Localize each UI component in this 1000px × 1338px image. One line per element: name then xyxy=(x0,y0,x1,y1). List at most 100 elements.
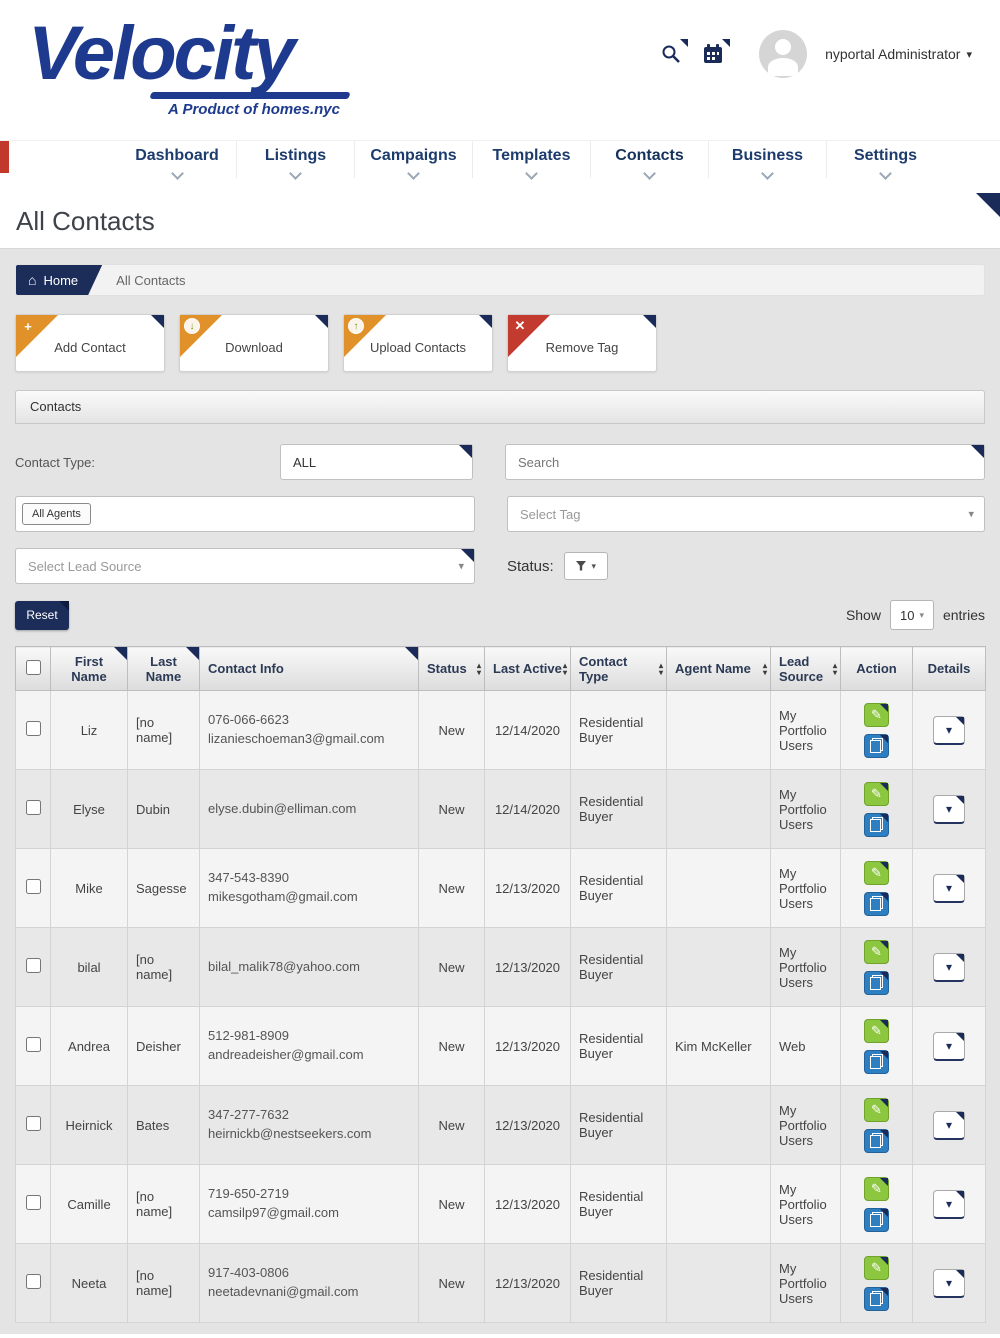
caret-down-icon: ▾ xyxy=(591,560,596,571)
copy-contact-button[interactable] xyxy=(864,1207,889,1232)
details-dropdown-button[interactable]: ▾ xyxy=(933,1110,965,1140)
caret-down-icon: ▾ xyxy=(945,801,953,816)
search-input[interactable] xyxy=(518,454,972,470)
lead-source-select[interactable]: Select Lead Source ▾ xyxy=(15,548,475,584)
page-size-select[interactable]: 10 ▾ xyxy=(889,600,934,630)
breadcrumb: ⌂ Home All Contacts xyxy=(15,264,985,296)
cell-details: ▾ xyxy=(912,769,986,849)
header-first-name[interactable]: First Name xyxy=(50,646,128,691)
content-area: All Contacts ⌂ Home All Contacts + Add C… xyxy=(0,193,1000,1334)
copy-contact-button[interactable] xyxy=(864,891,889,916)
header-lead-source[interactable]: Lead Source ▴ ▾ xyxy=(770,646,841,691)
cell-lead-source: My Portfolio Users xyxy=(770,690,841,770)
user-name: nyportal Administrator xyxy=(825,46,961,62)
edit-contact-button[interactable]: ✎ xyxy=(864,702,889,727)
cell-action: ✎ xyxy=(840,1006,913,1086)
header-fold-decoration xyxy=(186,647,199,660)
copy-contact-button[interactable] xyxy=(864,812,889,837)
add-contact-button[interactable]: + Add Contact xyxy=(15,314,165,372)
reset-button[interactable]: Reset xyxy=(15,600,69,630)
cell-lead-source: My Portfolio Users xyxy=(770,769,841,849)
cell-agent-name xyxy=(666,769,771,849)
download-circle-icon: ↓ xyxy=(184,318,200,334)
nav-item-templates[interactable]: Templates xyxy=(472,141,590,180)
search-icon[interactable] xyxy=(659,39,689,66)
copy-contact-button[interactable] xyxy=(864,1049,889,1074)
details-dropdown-button[interactable]: ▾ xyxy=(933,1268,965,1298)
action-fold-decoration xyxy=(880,861,888,870)
select-all-checkbox[interactable] xyxy=(25,659,41,675)
cell-last-active: 12/13/2020 xyxy=(484,1243,571,1323)
edit-contact-button[interactable]: ✎ xyxy=(864,939,889,964)
details-dropdown-button[interactable]: ▾ xyxy=(933,715,965,745)
cell-agent-name xyxy=(666,848,771,928)
edit-contact-button[interactable]: ✎ xyxy=(864,1018,889,1043)
row-checkbox[interactable] xyxy=(25,879,41,894)
cell-details: ▾ xyxy=(912,1243,986,1323)
row-checkbox[interactable] xyxy=(25,721,41,736)
breadcrumb-home[interactable]: ⌂ Home xyxy=(16,265,102,295)
copy-contact-button[interactable] xyxy=(864,733,889,758)
lead-source-placeholder: Select Lead Source xyxy=(28,558,142,574)
cell-lead-source: Web xyxy=(770,1006,841,1086)
edit-contact-button[interactable]: ✎ xyxy=(864,1176,889,1201)
nav-item-campaigns[interactable]: Campaigns xyxy=(354,141,472,180)
row-checkbox[interactable] xyxy=(25,1195,41,1210)
contact-type-select[interactable]: ALL xyxy=(280,444,473,480)
tag-select[interactable]: Select Tag ▾ xyxy=(507,496,985,532)
plus-icon: + xyxy=(24,318,32,334)
header-select-all[interactable] xyxy=(15,646,51,691)
row-checkbox[interactable] xyxy=(25,1274,41,1289)
copy-contact-button[interactable] xyxy=(864,1128,889,1153)
row-checkbox[interactable] xyxy=(25,1037,41,1052)
header-last-name[interactable]: Last Name xyxy=(127,646,200,691)
cell-action: ✎ xyxy=(840,690,913,770)
row-checkbox[interactable] xyxy=(25,1116,41,1131)
remove-tag-button[interactable]: ✕ Remove Tag xyxy=(507,314,657,372)
edit-contact-button[interactable]: ✎ xyxy=(864,781,889,806)
copy-contact-button[interactable] xyxy=(864,970,889,995)
user-menu[interactable]: nyportal Administrator ▾ xyxy=(825,46,972,62)
row-checkbox[interactable] xyxy=(25,800,41,815)
table-header-row: First Name Last Name Contact Info Status… xyxy=(15,646,986,691)
details-dropdown-button[interactable]: ▾ xyxy=(933,1031,965,1061)
details-dropdown-button[interactable]: ▾ xyxy=(933,1189,965,1219)
action-buttons-row: + Add Contact ↓ Download ↑ Upload Contac… xyxy=(15,314,985,372)
header-contact-type[interactable]: Contact Type ▴ ▾ xyxy=(570,646,667,691)
header-status[interactable]: Status ▴ ▾ xyxy=(418,646,485,691)
status-filter-button[interactable]: ▾ xyxy=(563,552,608,580)
action-fold-decoration xyxy=(880,1050,888,1059)
copy-contact-button[interactable] xyxy=(864,1286,889,1311)
details-dropdown-button[interactable]: ▾ xyxy=(933,794,965,824)
edit-contact-button[interactable]: ✎ xyxy=(864,1097,889,1122)
cell-first-name: Elyse xyxy=(50,769,128,849)
cell-contact-type: Residential Buyer xyxy=(570,1006,667,1086)
action-fold-decoration xyxy=(880,1129,888,1138)
details-dropdown-button[interactable]: ▾ xyxy=(933,952,965,982)
header-last-active[interactable]: Last Active ▴ ▾ xyxy=(484,646,571,691)
calendar-icon[interactable] xyxy=(701,39,731,66)
all-agents-button[interactable]: All Agents xyxy=(22,503,91,525)
cell-checkbox xyxy=(15,1243,51,1323)
edit-contact-button[interactable]: ✎ xyxy=(864,860,889,885)
avatar-head xyxy=(775,39,792,55)
row-checkbox[interactable] xyxy=(25,958,41,973)
chevron-down-icon xyxy=(289,167,302,180)
chevron-down-icon xyxy=(761,167,774,180)
header-agent-name[interactable]: Agent Name ▴ ▾ xyxy=(666,646,771,691)
details-dropdown-button[interactable]: ▾ xyxy=(933,873,965,903)
nav-item-listings[interactable]: Listings xyxy=(236,141,354,180)
nav-item-dashboard[interactable]: Dashboard xyxy=(118,141,236,180)
nav-item-business[interactable]: Business xyxy=(708,141,826,180)
upload-contacts-button[interactable]: ↑ Upload Contacts xyxy=(343,314,493,372)
caret-down-icon: ▾ xyxy=(968,508,974,521)
table-row: Camille [no name] 719-650-2719 camsilp97… xyxy=(15,1164,986,1244)
download-button[interactable]: ↓ Download xyxy=(179,314,329,372)
nav-item-contacts[interactable]: Contacts xyxy=(590,141,708,180)
caret-down-icon: ▾ xyxy=(945,880,953,895)
edit-contact-button[interactable]: ✎ xyxy=(864,1255,889,1280)
header-contact-info[interactable]: Contact Info xyxy=(199,646,419,691)
cell-first-name: Neeta xyxy=(50,1243,128,1323)
nav-item-settings[interactable]: Settings xyxy=(826,141,944,180)
logo-swoosh xyxy=(147,92,353,99)
